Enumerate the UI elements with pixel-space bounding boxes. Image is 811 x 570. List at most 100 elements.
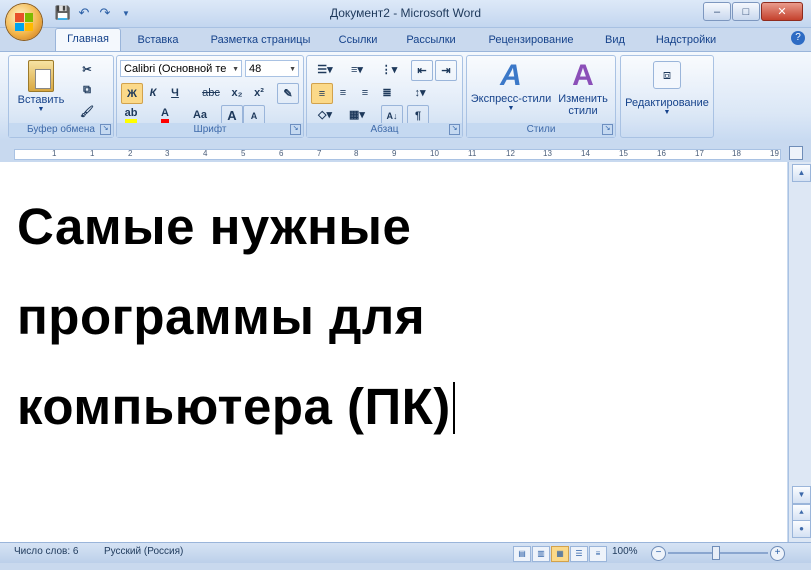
highlight-button[interactable]: ab	[121, 105, 141, 124]
ribbon: Вставить ▼ ✂ ⧉ 🖌 Буфер обмена ↘ Calibri …	[0, 51, 811, 141]
scroll-up-icon[interactable]: ▲	[792, 164, 811, 182]
styles-group-label: Стили	[467, 123, 615, 137]
minimize-button[interactable]: –	[703, 2, 731, 21]
ruler-number: 15	[619, 149, 628, 158]
zoom-slider-thumb[interactable]	[712, 546, 720, 560]
ruler-number: 5	[241, 149, 246, 158]
scroll-down-icon[interactable]: ▼	[792, 486, 811, 504]
document-page[interactable]: Самые нужные программы для компьютера (П…	[0, 162, 787, 542]
outline-icon[interactable]: ☰	[570, 546, 588, 562]
paste-label: Вставить	[17, 94, 65, 106]
tab-home[interactable]: Главная	[55, 28, 121, 52]
tab-page-layout[interactable]: Разметка страницы	[198, 30, 323, 50]
close-button[interactable]: ✕	[761, 2, 803, 21]
language-indicator[interactable]: Русский (Россия)	[104, 546, 183, 557]
document-line: компьютера (ПК)	[17, 362, 455, 452]
line-spacing-icon[interactable]: ↕▾	[407, 83, 433, 102]
change-styles-button[interactable]: A Изменить стили	[555, 59, 611, 117]
tab-review[interactable]: Рецензирование	[477, 30, 585, 50]
chevron-down-icon: ▼	[232, 66, 239, 73]
window-title: Документ2 - Microsoft Word	[329, 6, 482, 20]
zoom-in-button[interactable]: +	[770, 546, 785, 561]
zoom-level[interactable]: 100%	[612, 546, 638, 557]
tab-view[interactable]: Вид	[598, 30, 632, 50]
dialog-launcher-icon[interactable]: ↘	[100, 124, 111, 135]
quick-styles-button[interactable]: A Экспресс-стили ▼	[469, 59, 553, 112]
font-color-icon: A	[161, 107, 169, 123]
tab-references[interactable]: Ссылки	[330, 30, 386, 50]
dialog-launcher-icon[interactable]: ↘	[602, 124, 613, 135]
ruler-number: 1	[90, 149, 95, 158]
superscript-button[interactable]: x²	[249, 83, 269, 102]
paragraph-group-label: Абзац	[307, 123, 462, 137]
ruler-number: 13	[543, 149, 552, 158]
full-screen-reading-icon[interactable]: ▥	[532, 546, 550, 562]
status-bar: Число слов: 6 Русский (Россия) ▤ ▥ ▦ ☰ ≡…	[0, 542, 811, 563]
increase-indent-icon[interactable]: ⇥	[435, 60, 457, 81]
browse-object-icon[interactable]: ●	[792, 520, 811, 538]
dialog-launcher-icon[interactable]: ↘	[290, 124, 301, 135]
align-left-icon[interactable]: ≡	[311, 83, 333, 104]
font-group: Calibri (Основной те ▼ 48 ▼ Ж К Ч abc x₂ x…	[116, 55, 304, 138]
zoom-out-button[interactable]: −	[651, 546, 666, 561]
title-bar: 💾 ↶ ↷ ▼ Документ2 - Microsoft Word – □ ✕	[0, 0, 811, 28]
ruler-number: 7	[317, 149, 322, 158]
office-button[interactable]	[6, 4, 42, 40]
ruler-number: 17	[695, 149, 704, 158]
tab-addins[interactable]: Надстройки	[647, 30, 725, 50]
ruler-number: 10	[430, 149, 439, 158]
underline-button[interactable]: Ч	[165, 83, 185, 102]
cut-icon[interactable]: ✂	[77, 60, 97, 79]
ribbon-tabs: Главная Вставка Разметка страницы Ссылки…	[0, 27, 811, 52]
multilevel-list-icon[interactable]: ⋮▾	[375, 60, 403, 79]
align-center-icon[interactable]: ≡	[333, 83, 353, 102]
dialog-launcher-icon[interactable]: ↘	[449, 124, 460, 135]
copy-icon[interactable]: ⧉	[77, 81, 97, 100]
ruler-number: 6	[279, 149, 284, 158]
font-color-button[interactable]: A	[155, 105, 175, 124]
editing-button[interactable]: ⧈ Редактирование ▼	[623, 59, 711, 116]
editing-group: ⧈ Редактирование ▼	[620, 55, 714, 138]
help-icon[interactable]: ?	[791, 31, 805, 45]
print-layout-icon[interactable]: ▤	[513, 546, 531, 562]
change-styles-icon: A	[572, 59, 594, 92]
word-count[interactable]: Число слов: 6	[14, 546, 78, 557]
paste-button[interactable]: Вставить ▼	[15, 60, 67, 113]
paragraph-group: ☰▾ ≡▾ ⋮▾ ⇤ ⇥ ≡ ≡ ≡ ≣ ↕▾ ◇▾ ▦▾ A↓ ¶ Абзац…	[306, 55, 463, 138]
ruler-number: 12	[506, 149, 515, 158]
font-size-select[interactable]: 48 ▼	[245, 60, 299, 77]
tab-insert[interactable]: Вставка	[127, 30, 189, 50]
change-case-button[interactable]: Aa	[187, 105, 213, 124]
chevron-down-icon: ▼	[663, 109, 671, 116]
ruler-number: 4	[203, 149, 208, 158]
align-right-icon[interactable]: ≡	[355, 83, 375, 102]
web-layout-icon[interactable]: ▦	[551, 546, 569, 562]
shading-icon[interactable]: ◇▾	[311, 105, 339, 124]
ruler-toggle-icon[interactable]	[789, 146, 803, 160]
numbering-icon[interactable]: ≡▾	[343, 60, 371, 79]
ruler-number: 11	[468, 149, 477, 158]
bold-button[interactable]: Ж	[121, 83, 143, 104]
subscript-button[interactable]: x₂	[227, 83, 247, 102]
borders-icon[interactable]: ▦▾	[343, 105, 371, 124]
chevron-down-icon: ▼	[289, 66, 296, 73]
font-name-select[interactable]: Calibri (Основной те ▼	[120, 60, 242, 77]
bullets-icon[interactable]: ☰▾	[311, 60, 339, 79]
strikethrough-button[interactable]: abc	[197, 83, 225, 102]
ruler-number: 9	[392, 149, 397, 158]
format-painter-icon[interactable]: 🖌	[77, 102, 97, 121]
chevron-down-icon: ▼	[507, 105, 515, 112]
italic-button[interactable]: К	[143, 83, 163, 102]
maximize-button[interactable]: □	[732, 2, 760, 21]
text-caret	[452, 382, 455, 434]
highlighter-icon: ab	[124, 107, 138, 123]
justify-icon[interactable]: ≣	[377, 83, 397, 102]
document-body[interactable]: Самые нужные программы для компьютера (П…	[17, 182, 455, 452]
tab-mailings[interactable]: Рассылки	[398, 30, 464, 50]
horizontal-ruler[interactable]: 1 1 2 3 4 5 6 7 8 9 10 11 12 13 14 15 16 17 18 19	[0, 140, 811, 162]
draft-icon[interactable]: ≡	[589, 546, 607, 562]
decrease-indent-icon[interactable]: ⇤	[411, 60, 433, 81]
clear-format-icon[interactable]: ✎	[277, 83, 299, 104]
ruler-number: 1	[52, 149, 57, 158]
vertical-scrollbar[interactable]: ▲ ▼ ⯅ ●	[788, 162, 811, 542]
